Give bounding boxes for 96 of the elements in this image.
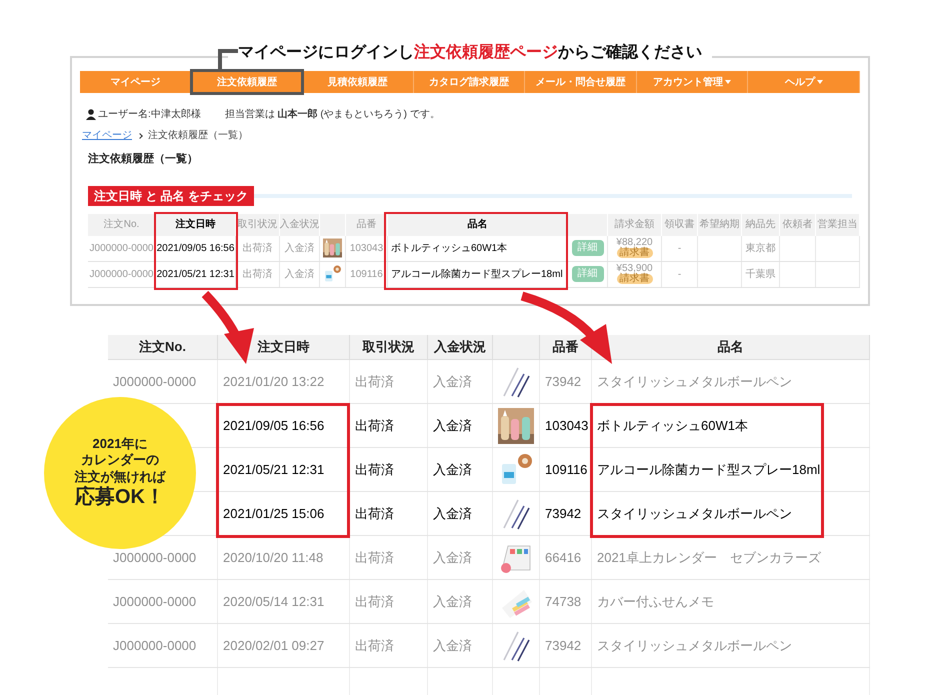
- table-cell-text: J000000-0000: [113, 592, 196, 611]
- table-cell-text: 74738: [545, 592, 582, 611]
- sales-rep: 担当営業は 山本一郎 (やまもといちろう) です。: [224, 107, 440, 122]
- table-cell-text: 東京都: [746, 242, 776, 256]
- table-cell-text: 出荷済: [242, 268, 272, 282]
- table-cell-text: 入金済: [284, 242, 314, 256]
- table-cell-text: 109116: [545, 460, 588, 479]
- column-header: 注文No.: [139, 338, 186, 356]
- table-cell-text: ボトルティッシュ60W1本: [391, 242, 508, 256]
- table-cell-text: 入金済: [433, 372, 472, 391]
- table-cell-text: 出荷済: [242, 242, 272, 256]
- table-cell-text: 入金済: [433, 460, 472, 479]
- table-cell-text: 2021卓上カレンダー セブンカラーズ: [597, 548, 821, 567]
- table-cell-text: 73942: [545, 504, 582, 523]
- table-cell-text: 出荷済: [355, 460, 394, 479]
- breadcrumb-link[interactable]: マイページ: [82, 128, 132, 143]
- table-cell-text: 入金済: [284, 268, 314, 282]
- table-cell-text: 出荷済: [355, 548, 394, 567]
- table-cell-text: 73942: [545, 636, 582, 655]
- table-cell-text: J000000-0000: [113, 548, 196, 567]
- table-cell-text: J000000-0000: [113, 372, 196, 391]
- table-cell-text: 109116: [350, 268, 383, 282]
- column-header: 入金状況: [280, 218, 320, 232]
- table-cell: ¥88,220: [616, 238, 653, 248]
- page-title: 注文依頼履歴（一覧）: [88, 152, 199, 167]
- table-cell-text: スタイリッシュメタルボールペン: [597, 504, 792, 523]
- nav-tab[interactable]: 見積依頼履歴: [302, 71, 414, 93]
- column-header: 品名: [468, 218, 488, 232]
- table-cell-text: 2021/09/05 16:56: [156, 242, 234, 256]
- table-cell-text: アルコール除菌カード型スプレー18ml: [391, 268, 563, 282]
- table-cell-text: 2021/05/21 12:31: [156, 268, 234, 282]
- table-cell-text: カバー付ふせんメモ: [597, 592, 714, 611]
- table-cell-text: 2020/05/14 12:31: [223, 592, 324, 611]
- table-cell-text: -: [678, 242, 682, 256]
- table-cell-text: 出荷済: [355, 592, 394, 611]
- table-cell-text: 103043: [545, 416, 588, 435]
- nav-tab[interactable]: アカウント管理: [636, 71, 748, 93]
- column-header: 営業担当: [818, 218, 858, 232]
- column-header: 品番: [356, 218, 376, 232]
- campaign-note: 2021年に カレンダーの 注文が無ければ 応募OK！: [44, 397, 196, 549]
- table-cell-text: J000000-0000: [113, 636, 196, 655]
- table-cell-text: 出荷済: [355, 372, 394, 391]
- table-cell-text: 入金済: [433, 592, 472, 611]
- column-header: 依頼者: [782, 218, 812, 232]
- invoice-badge[interactable]: 請求書: [616, 248, 652, 258]
- table-cell-text: J000000-0000: [90, 242, 154, 256]
- nav-tab[interactable]: 注文依頼履歴: [192, 71, 302, 93]
- table-cell-text: ボトルティッシュ60W1本: [597, 416, 748, 435]
- detail-button[interactable]: 詳細: [572, 240, 604, 256]
- column-header: 注文日時: [176, 217, 216, 232]
- column-header: 納品先: [746, 218, 776, 232]
- breadcrumb-current: 注文依頼履歴（一覧）: [148, 128, 248, 143]
- column-header: 品名: [718, 338, 744, 356]
- user-name: ユーザー名:中津太郎様: [98, 108, 201, 122]
- column-header: 取引状況: [362, 338, 414, 356]
- table-cell: ¥53,900: [616, 264, 653, 274]
- callout-line: [218, 49, 238, 70]
- table-cell-text: 千葉県: [746, 268, 776, 282]
- nav-tab[interactable]: マイページ: [80, 71, 192, 93]
- table-cell-text: 103043: [350, 242, 384, 256]
- table-cell-text: 出荷済: [355, 636, 394, 655]
- table-cell-text: 2021/01/20 13:22: [223, 372, 324, 391]
- user-icon: [86, 109, 96, 120]
- column-header: 領収書: [664, 218, 694, 232]
- detail-button[interactable]: 詳細: [572, 266, 604, 282]
- table-cell-text: 入金済: [433, 416, 472, 435]
- table-cell-text: 2021/05/21 12:31: [223, 460, 324, 479]
- invoice-badge[interactable]: 請求書: [616, 274, 652, 284]
- table-cell-text: 入金済: [433, 548, 472, 567]
- column-header: 請求金額: [614, 218, 654, 232]
- table-cell-text: スタイリッシュメタルボールペン: [597, 636, 792, 655]
- table-cell-text: 2021/01/25 15:06: [223, 504, 324, 523]
- nav-tab[interactable]: ヘルプ: [748, 71, 860, 93]
- table-cell-text: 2020/02/01 09:27: [223, 636, 324, 655]
- column-header: 注文日時: [258, 338, 310, 356]
- table-cell-text: 66416: [545, 548, 582, 567]
- table-cell-text: スタイリッシュメタルボールペン: [597, 372, 792, 391]
- check-label: 注文日時 と 品名 をチェック: [88, 186, 254, 206]
- column-header: 品番: [552, 338, 578, 356]
- chevron-icon: [137, 132, 143, 138]
- table-cell-text: 入金済: [433, 504, 472, 523]
- table-cell-text: 出荷済: [355, 504, 394, 523]
- table-cell-text: 入金済: [433, 636, 472, 655]
- table-cell-text: アルコール除菌カード型スプレー18ml: [597, 460, 820, 479]
- column-header: 注文No.: [104, 218, 140, 232]
- column-header: 入金状況: [434, 338, 486, 356]
- table-cell-text: 73942: [545, 372, 582, 391]
- nav-tab[interactable]: カタログ請求履歴: [414, 71, 526, 93]
- table-cell-text: J000000-0000: [90, 268, 154, 282]
- table-cell-text: 2020/10/20 11:48: [223, 548, 324, 567]
- table-cell-text: 2021/09/05 16:56: [223, 416, 324, 435]
- nav-tab[interactable]: メール・問合せ履歴: [525, 71, 637, 93]
- column-header: 希望納期: [700, 218, 740, 232]
- table-cell-text: 出荷済: [355, 416, 394, 435]
- table-cell-text: -: [678, 268, 682, 282]
- column-header: 取引状況: [238, 218, 278, 232]
